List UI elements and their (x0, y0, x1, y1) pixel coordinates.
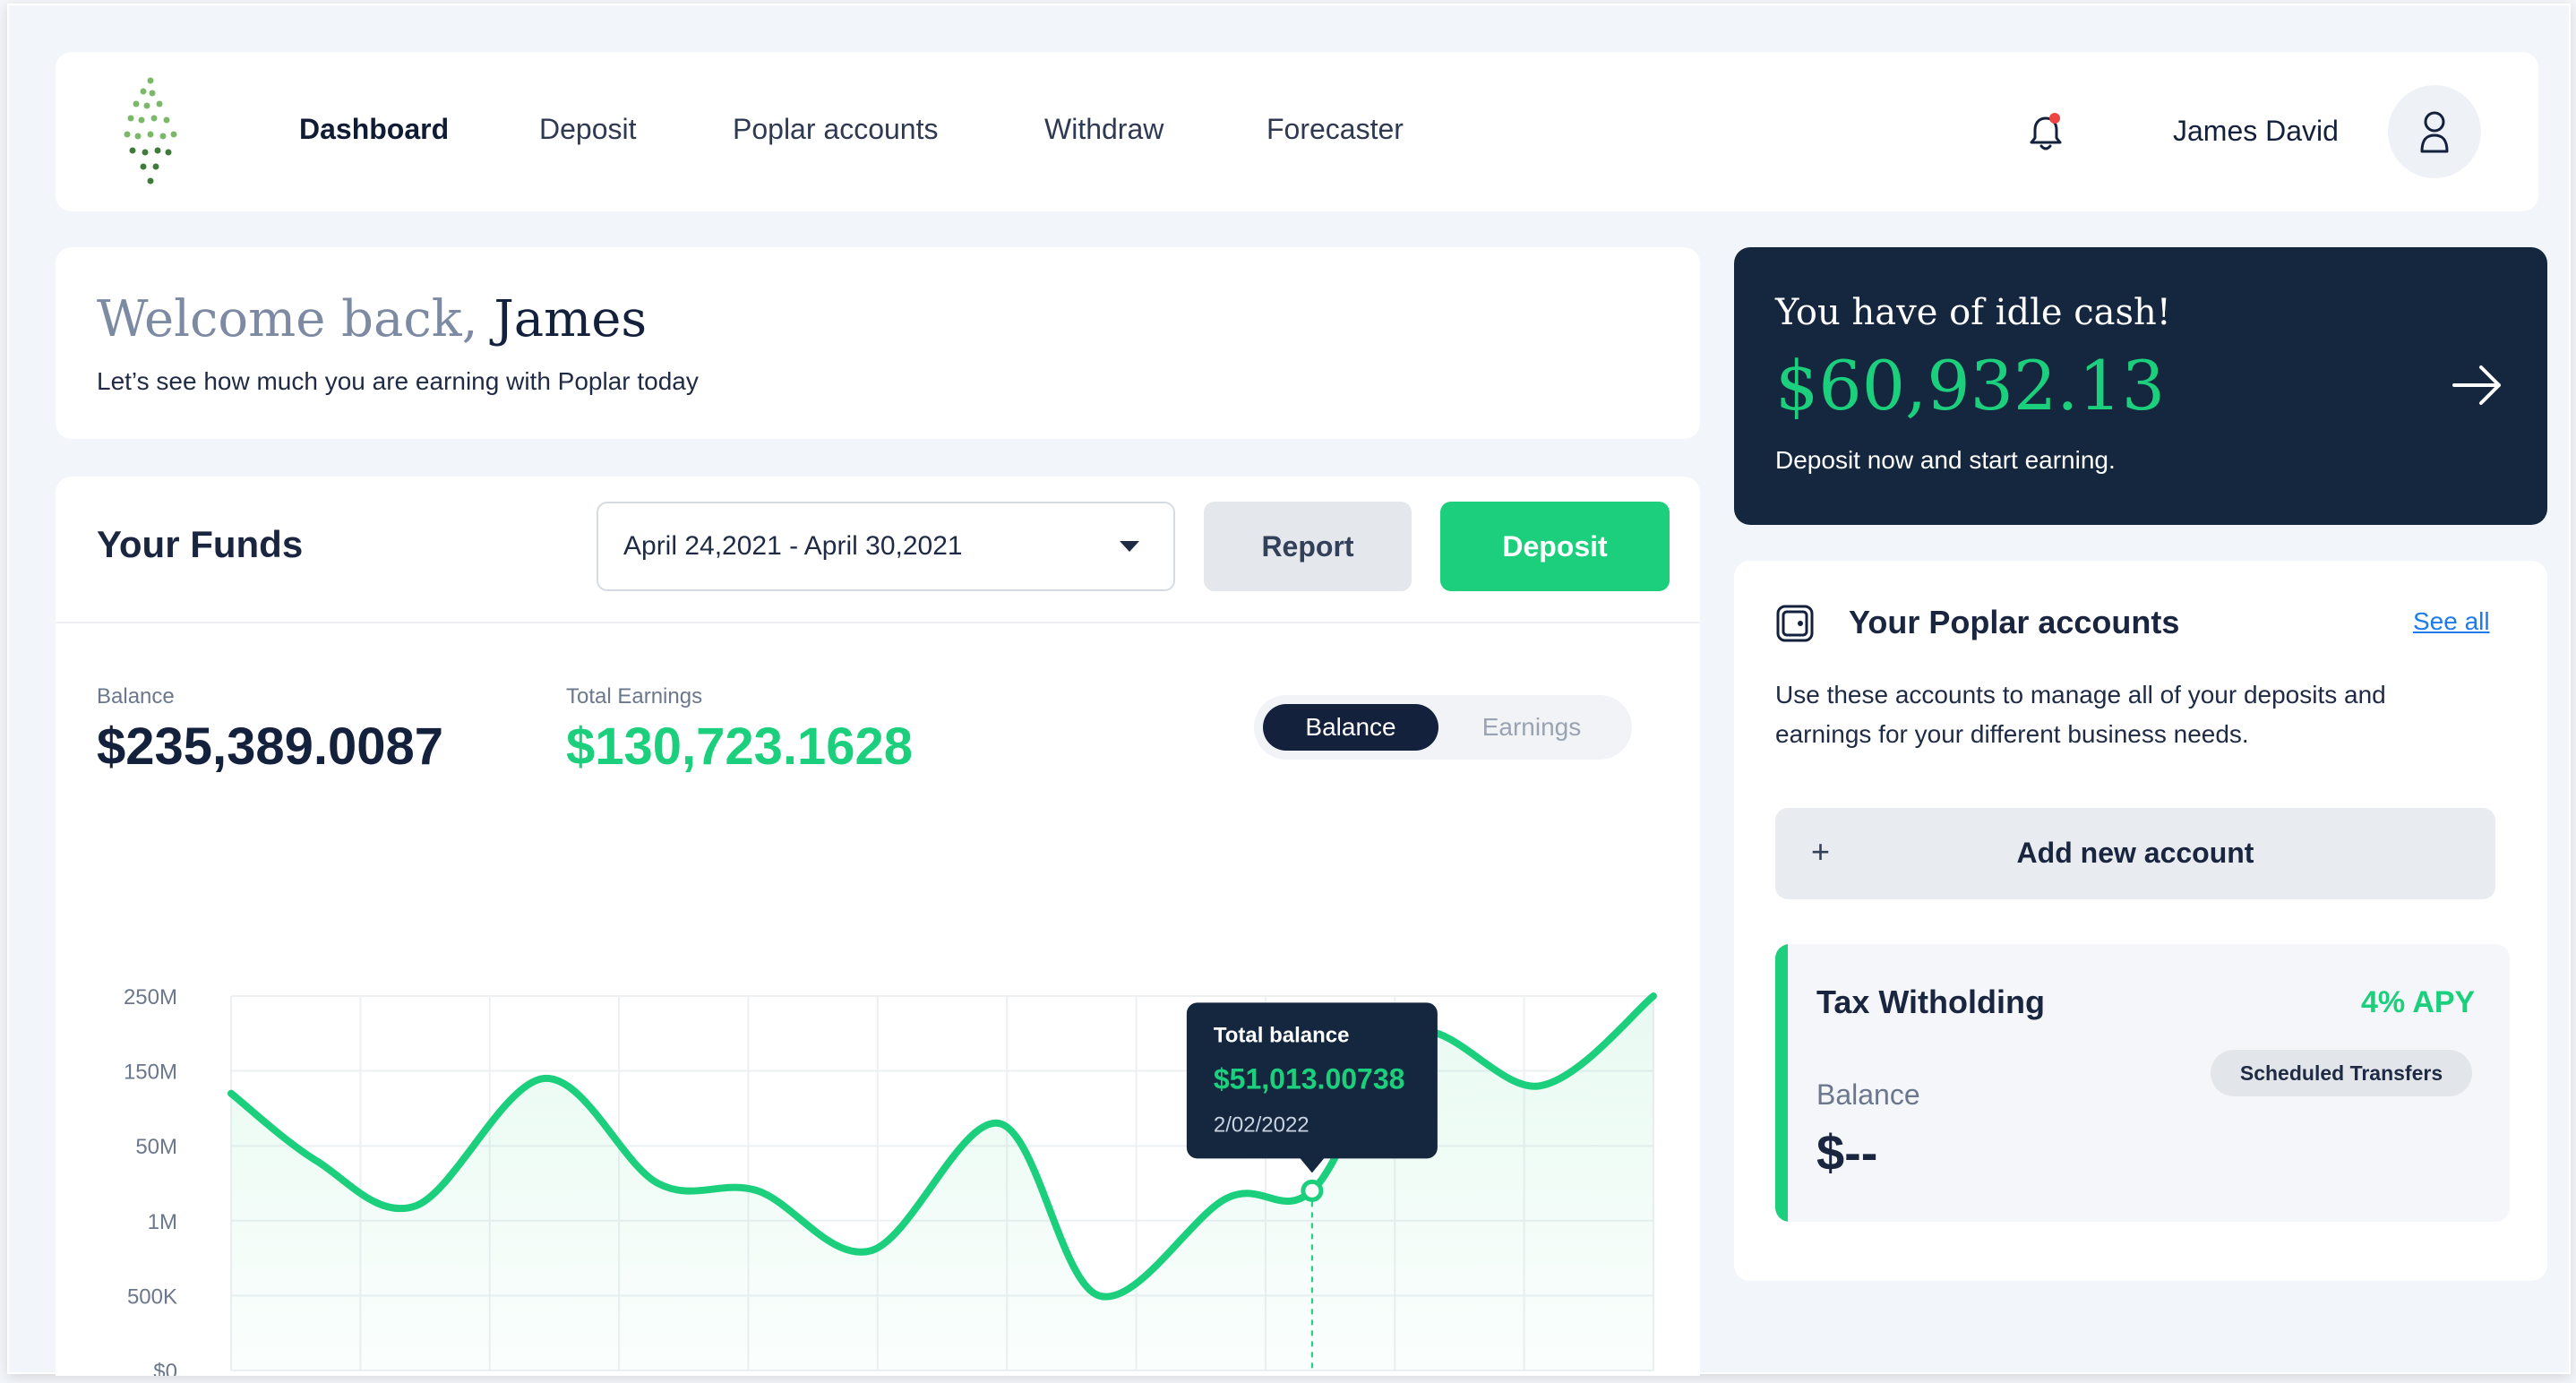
see-all-link[interactable]: See all (2413, 607, 2490, 636)
nav-withdraw[interactable]: Withdraw (1044, 113, 1163, 146)
welcome-name: James (494, 290, 648, 348)
y-tick-label: 250M (124, 985, 177, 1009)
y-tick-label: 500K (127, 1284, 177, 1309)
divider (56, 622, 1700, 623)
tooltip-label: Total balance (1214, 1023, 1350, 1047)
top-navbar: Dashboard Deposit Poplar accounts Withdr… (56, 52, 2538, 211)
chevron-down-icon (1120, 541, 1139, 552)
app-frame: Dashboard Deposit Poplar accounts Withdr… (7, 4, 2571, 1376)
user-icon (2420, 111, 2449, 153)
nav-forecaster[interactable]: Forecaster (1267, 113, 1404, 146)
earnings-label: Total Earnings (566, 684, 703, 709)
chart-tooltip: Total balance $51,013.00738 2/02/2022 (1186, 1002, 1438, 1173)
wallet-icon (1776, 605, 1814, 642)
account-balance-label: Balance (1816, 1078, 1920, 1111)
balance-label: Balance (97, 684, 175, 709)
idle-cash-amount: $60,932.13 (1775, 346, 2166, 425)
idle-cash-subtitle: Deposit now and start earning. (1775, 446, 2116, 474)
y-tick-label: 1M (148, 1210, 177, 1234)
accounts-title: Your Poplar accounts (1849, 604, 2180, 640)
account-accent-bar (1775, 944, 1788, 1222)
poplar-accounts-card: Your Poplar accounts See all Use these a… (1734, 561, 2547, 1281)
account-name: Tax Witholding (1816, 984, 2045, 1020)
nav-deposit[interactable]: Deposit (539, 113, 637, 146)
tooltip-date: 2/02/2022 (1214, 1112, 1309, 1137)
toggle-earnings[interactable]: Earnings (1442, 704, 1621, 751)
notification-dot (2049, 113, 2060, 124)
arrow-right-icon[interactable] (2442, 349, 2513, 421)
accounts-description: Use these accounts to manage all of your… (1775, 681, 2386, 748)
poplar-logo-icon (124, 77, 177, 185)
balance-value: $235,389.0087 (97, 717, 444, 776)
deposit-button[interactable]: Deposit (1440, 502, 1670, 591)
user-name[interactable]: James David (2173, 115, 2339, 148)
y-tick-label: 150M (124, 1061, 177, 1085)
welcome-subtitle: Let’s see how much you are earning with … (97, 367, 699, 395)
balance-line-chart: 250M 150M 50M 1M 500K $0 Total balance $51,01… (124, 985, 1657, 1376)
y-tick-label: 50M (135, 1135, 177, 1159)
account-balance-value: $-- (1816, 1124, 1878, 1181)
welcome-card: Welcome back, James Let’s see how much y… (56, 247, 1700, 439)
add-account-button[interactable]: + Add new account (1775, 808, 2495, 899)
scheduled-transfers-badge: Scheduled Transfers (2211, 1050, 2472, 1096)
tooltip-point[interactable] (1301, 1179, 1324, 1202)
notification-bell-icon[interactable] (2019, 106, 2073, 159)
idle-cash-card[interactable]: You have of idle cash! $60,932.13 Deposi… (1734, 247, 2547, 525)
date-range-select[interactable]: April 24,2021 - April 30,2021 (597, 502, 1175, 591)
account-item-tax-witholding[interactable]: Tax Witholding 4% APY Scheduled Transfer… (1775, 944, 2510, 1222)
nav-poplar-accounts[interactable]: Poplar accounts (733, 113, 938, 146)
account-apy: 4% APY (2361, 985, 2476, 1019)
funds-title: Your Funds (97, 523, 304, 565)
avatar[interactable] (2388, 85, 2481, 178)
toggle-balance[interactable]: Balance (1263, 704, 1438, 751)
report-button[interactable]: Report (1204, 502, 1412, 591)
earnings-value: $130,723.1628 (566, 717, 914, 776)
add-account-label: Add new account (2016, 837, 2254, 869)
balance-earnings-toggle: Balance Earnings (1254, 695, 1632, 760)
y-tick-label: $0 (153, 1360, 177, 1376)
funds-card: Your Funds April 24,2021 - April 30,2021… (56, 477, 1700, 1376)
date-range-value: April 24,2021 - April 30,2021 (623, 531, 963, 561)
idle-cash-title: You have of idle cash! (1775, 292, 2171, 333)
welcome-heading: Welcome back, James (97, 290, 647, 348)
welcome-greeting: Welcome back, (97, 290, 478, 348)
nav-dashboard[interactable]: Dashboard (299, 113, 449, 146)
tooltip-value: $51,013.00738 (1214, 1062, 1405, 1095)
